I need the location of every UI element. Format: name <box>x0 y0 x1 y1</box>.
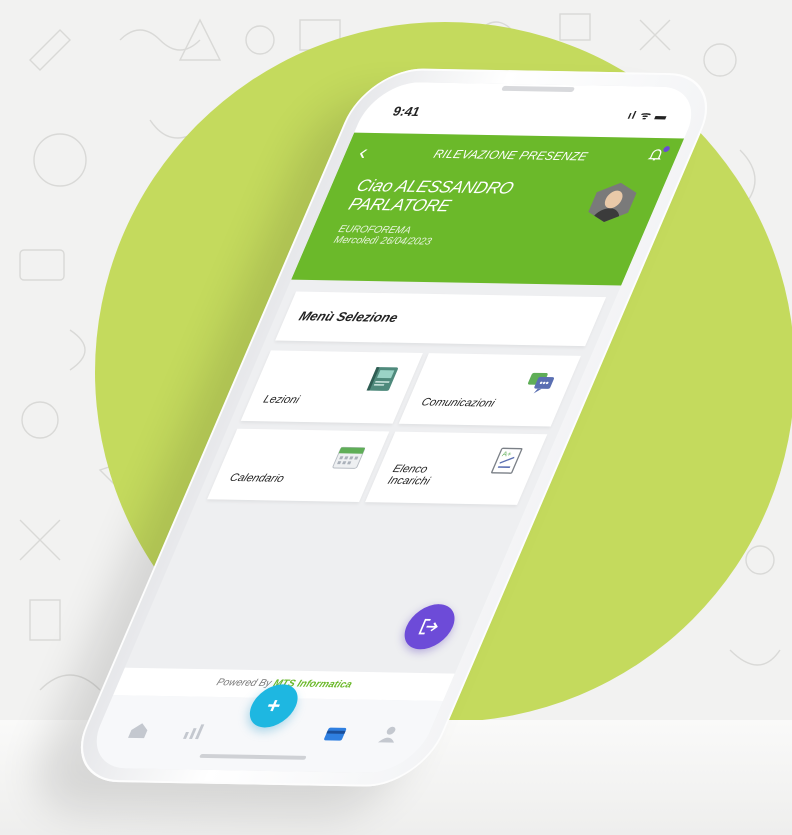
profile-icon[interactable] <box>374 724 405 746</box>
book-icon <box>366 367 398 391</box>
tile-calendario[interactable]: Calendario <box>207 428 390 503</box>
status-bar: 9:41 ıl ᯤ ▬ <box>354 81 706 139</box>
home-icon[interactable] <box>124 719 155 741</box>
avatar-face <box>602 191 626 209</box>
avatar[interactable] <box>584 182 641 222</box>
tile-label-multiline: Elenco Incarichi <box>386 463 437 487</box>
logout-icon <box>418 618 438 635</box>
tile-label: Comunicazioni <box>419 396 497 410</box>
tile-comunicazioni[interactable]: Comunicazioni <box>398 353 581 427</box>
signal-wifi-battery-icon: ıl ᯤ ▬ <box>625 109 670 123</box>
bottom-tab-bar: + <box>82 683 444 774</box>
home-indicator <box>199 753 307 760</box>
avatar-body <box>588 208 624 228</box>
tile-label: Calendario <box>227 472 287 485</box>
menu-title: Menù Selezione <box>296 308 401 325</box>
phone-screen: 9:41 ıl ᯤ ▬ ‹ RILEVAZIONE PRESENZE Ciao … <box>82 81 706 774</box>
menu-section-header: Menù Selezione <box>275 291 607 347</box>
app-header: ‹ RILEVAZIONE PRESENZE Ciao ALESSANDRO P… <box>291 132 685 286</box>
speaker-notch <box>501 85 576 93</box>
status-time: 9:41 <box>390 103 423 119</box>
tile-label-line1: Elenco <box>390 463 430 476</box>
grade-sheet-icon: A+ <box>491 447 523 474</box>
school-info: EUROFOREMA Mercoledì 26/04/2023 <box>332 224 438 247</box>
current-date: Mercoledì 26/04/2023 <box>331 234 434 248</box>
page-title: RILEVAZIONE PRESENZE <box>431 146 591 164</box>
card-icon[interactable] <box>320 723 351 745</box>
greeting-text: Ciao ALESSANDRO PARLATORE <box>345 176 517 216</box>
tile-elenco-incarichi[interactable]: Elenco Incarichi A+ <box>365 431 548 505</box>
phone-mockup: 9:41 ıl ᯤ ▬ ‹ RILEVAZIONE PRESENZE Ciao … <box>62 67 726 788</box>
tile-label-line2: Incarichi <box>385 474 432 488</box>
logout-button[interactable] <box>396 603 463 650</box>
stats-icon[interactable] <box>178 720 209 742</box>
tile-lezioni[interactable]: Lezioni <box>240 350 423 424</box>
powered-prefix: Powered By <box>214 677 274 690</box>
calendar-icon <box>332 446 366 469</box>
tile-label: Lezioni <box>261 393 302 407</box>
chat-icon <box>527 372 555 394</box>
